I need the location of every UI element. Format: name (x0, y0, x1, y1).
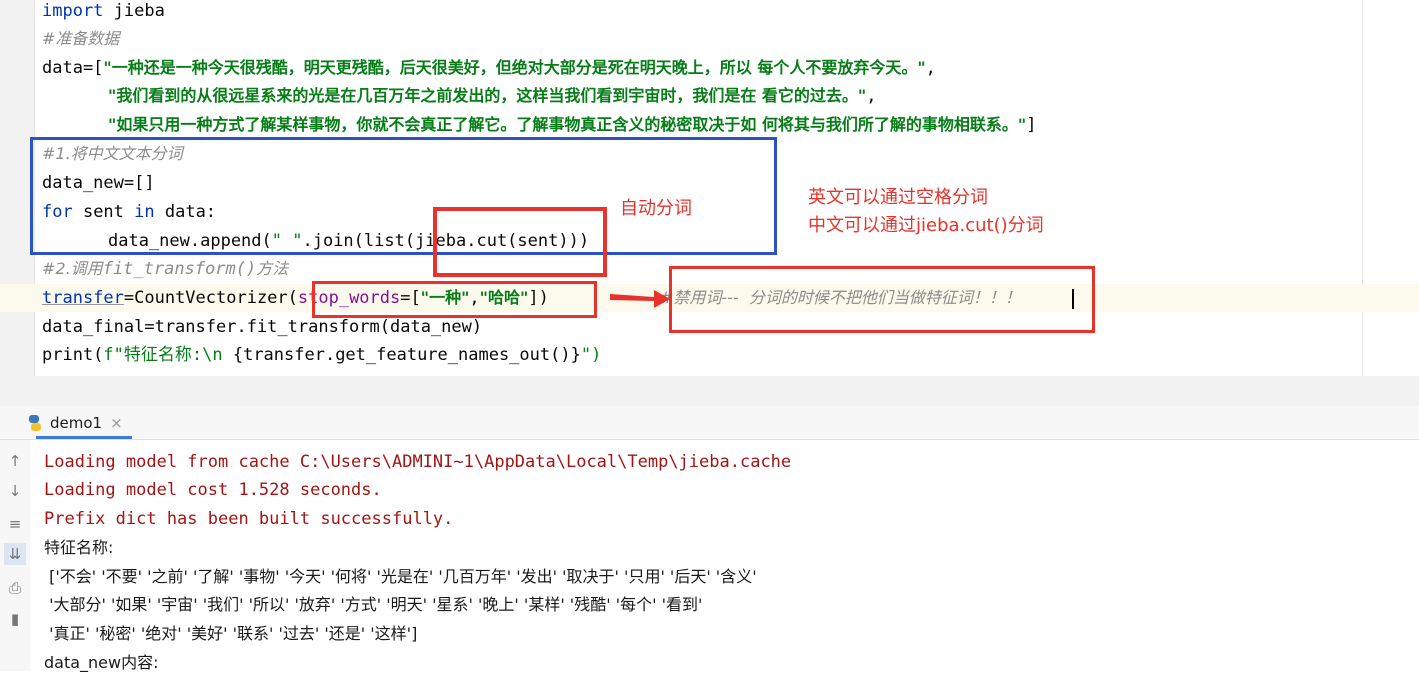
code-text: , (925, 58, 936, 78)
code-text: ] (1026, 115, 1037, 135)
string-literal: f"特征名称:\n (103, 345, 233, 365)
print-icon[interactable]: ⎙ (4, 577, 26, 599)
console-line: ['不会' '不要' '之前' '了解' '事物' '今天' '何将' '光是在… (44, 567, 757, 586)
clipped-line (34, 432, 834, 440)
string-literal: "如果只用一种方式了解某样事物，你就不会真正了解它。了解事物真正含义的秘密取决于… (108, 115, 1027, 134)
code-line-5[interactable]: "如果只用一种方式了解某样事物，你就不会真正了解它。了解事物真正含义的秘密取决于… (108, 111, 1037, 139)
console-line: data_new内容: (44, 653, 159, 672)
trash-icon[interactable]: ▮ (4, 608, 26, 630)
right-margin-guide (1362, 0, 1363, 376)
console-line: '大部分' '如果' '宇宙' '我们' '所以' '放弃' '方式' '明天'… (44, 595, 703, 614)
code-text: data=[ (42, 58, 104, 78)
arrow-up-icon[interactable]: ↑ (4, 450, 26, 472)
code-text: jieba (103, 1, 165, 21)
variable-transfer: transfer (42, 288, 124, 308)
red-arrow-icon (610, 290, 670, 308)
code-text: print( (42, 345, 104, 365)
annotation-note-line2: 中文可以通过jieba.cut()分词 (808, 215, 1044, 236)
red-highlight-box-cut (433, 207, 607, 277)
annotation-auto-seg: 自动分词 (620, 198, 692, 219)
console-line: Loading model cost 1.528 seconds. (44, 480, 382, 500)
red-highlight-box-stopwords (312, 281, 597, 318)
code-line-4[interactable]: "我们看到的从很远星系来的光是在几百万年之前发出的，这样当我们看到宇宙时，我们是… (108, 82, 877, 110)
run-console[interactable]: Loading model from cache C:\Users\ADMINI… (34, 440, 1419, 672)
code-line-2[interactable]: #准备数据 (42, 25, 119, 53)
code-line-1[interactable]: import jieba (42, 0, 165, 25)
string-literal: "我们看到的从很远星系来的光是在几百万年之前发出的，这样当我们看到宇宙时，我们是… (108, 86, 867, 105)
code-text: , (866, 86, 877, 106)
string-literal: ") (580, 345, 602, 365)
code-line-10[interactable]: #2.调用fit_transform()方法 (42, 255, 288, 283)
red-highlight-box-comment (669, 266, 1095, 333)
editor-gutter[interactable] (0, 0, 34, 376)
console-line: '真正' '秘密' '绝对' '美好' '联系' '过去' '还是' '这样'] (44, 624, 418, 643)
console-line: Prefix dict has been built successfully. (44, 509, 454, 529)
soft-wrap-icon[interactable]: ≡ (4, 513, 26, 535)
comment-text: #2.调用 (42, 259, 103, 278)
scroll-end-icon[interactable]: ⇊ (4, 543, 26, 565)
code-editor[interactable]: import jieba #准备数据 data=["一种还是一种今天很残酷，明天… (0, 0, 1419, 376)
comment-text: 方法 (256, 259, 289, 278)
console-line: 特征名称: (44, 538, 114, 557)
code-line-3[interactable]: data=["一种还是一种今天很残酷，明天更残酷，后天很美好，但绝对大部分是死在… (42, 54, 936, 82)
arrow-down-icon[interactable]: ↓ (4, 480, 26, 502)
comment-text: fit_transform() (102, 259, 257, 279)
code-text: =CountVectorizer( (123, 288, 298, 308)
annotation-note-line1: 英文可以通过空格分词 (808, 187, 988, 208)
code-line-13[interactable]: print(f"特征名称:\n {transfer.get_feature_na… (42, 341, 601, 369)
code-text: {transfer.get_feature_names_out()} (232, 345, 581, 365)
close-icon[interactable]: × (110, 414, 123, 432)
keyword: import (42, 1, 104, 21)
python-icon (29, 415, 41, 431)
panel-splitter[interactable] (0, 376, 1419, 406)
console-line: Loading model from cache C:\Users\ADMINI… (44, 452, 792, 472)
tab-label: demo1 (50, 414, 103, 432)
string-literal: "一种还是一种今天很残酷，明天更残酷，后天很美好，但绝对大部分是死在明天晚上，所… (103, 58, 926, 77)
console-toolbar: ↑ ↓ ≡ ⇊ ⎙ ▮ (0, 440, 30, 671)
